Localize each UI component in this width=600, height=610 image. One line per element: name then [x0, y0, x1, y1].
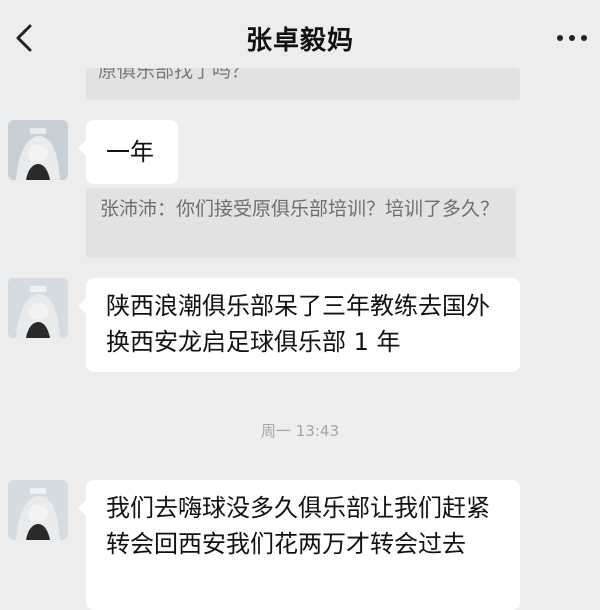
quoted-text: 张沛沛：你们接受原俱乐部培训？培训了多久？: [100, 198, 500, 220]
chat-header: 张卓毅妈: [0, 0, 600, 76]
message-text: 陕西浪潮俱乐部呆了三年教练去国外换西安龙启足球俱乐部 1 年: [106, 292, 490, 356]
message-bubble[interactable]: 陕西浪潮俱乐部呆了三年教练去国外换西安龙启足球俱乐部 1 年: [78, 278, 520, 372]
message-bubble[interactable]: 一年: [78, 120, 178, 184]
avatar[interactable]: [8, 120, 68, 180]
quoted-message[interactable]: 张沛沛：你们接受原俱乐部培训？培训了多久？: [86, 188, 516, 258]
message-text: 一年: [106, 138, 154, 166]
message-text: 我们去嗨球没多久俱乐部让我们赶紧转会回西安我们花两万才转会过去: [106, 494, 490, 558]
quoted-message-top[interactable]: 原俱乐部找了吗？: [86, 68, 520, 100]
message-bubble[interactable]: 我们去嗨球没多久俱乐部让我们赶紧转会回西安我们花两万才转会过去: [78, 480, 520, 610]
chat-title: 张卓毅妈: [245, 26, 354, 56]
timestamp: 周一 13:43: [261, 422, 339, 440]
more-options-icon[interactable]: [554, 24, 590, 52]
avatar[interactable]: [8, 480, 68, 540]
quoted-text: 原俱乐部找了吗？: [98, 68, 251, 82]
avatar[interactable]: [8, 278, 68, 338]
